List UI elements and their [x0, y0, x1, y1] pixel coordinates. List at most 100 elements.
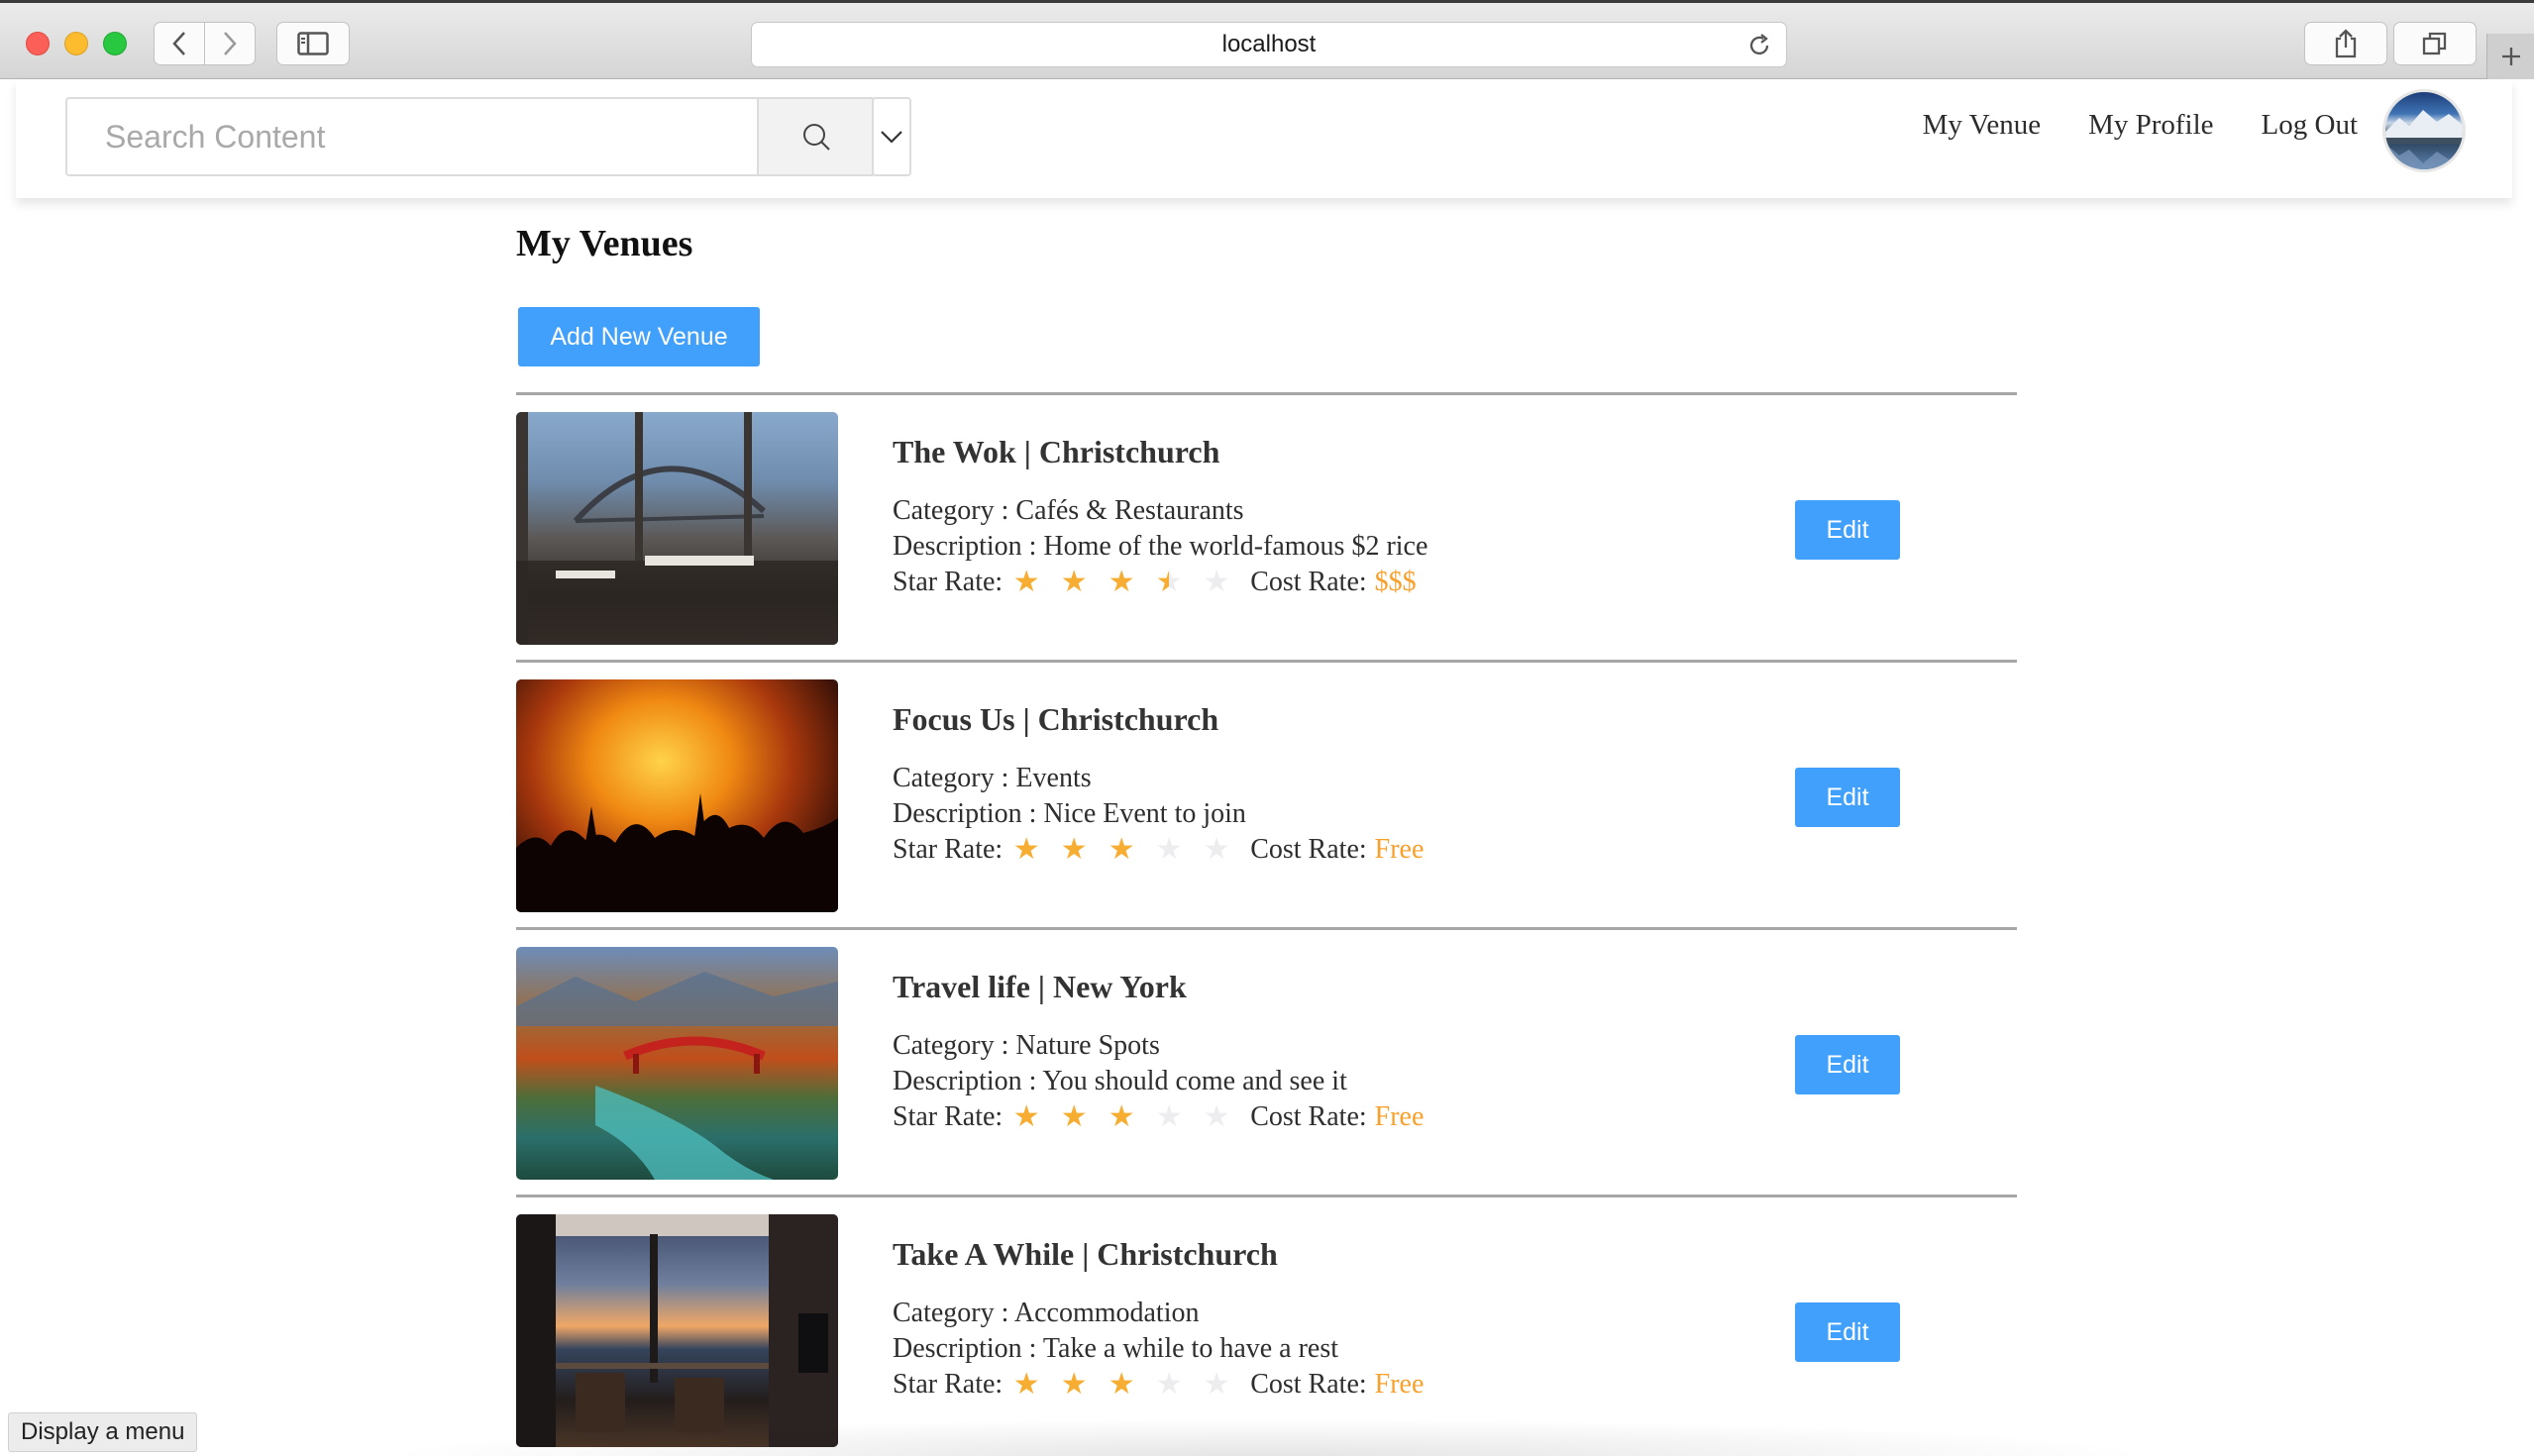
star-rating: ★ ★ ★ ★ ★ — [1003, 832, 1240, 868]
search-button[interactable] — [757, 99, 874, 174]
chevron-right-icon — [224, 32, 237, 55]
venue-image[interactable] — [516, 412, 838, 645]
cost-rate-label: Cost Rate: — [1250, 567, 1367, 597]
add-new-venue-button[interactable]: Add New Venue — [518, 307, 760, 366]
venue-category: Category : Accommodation — [893, 1298, 1200, 1328]
cost-rate-value: $$$ — [1374, 567, 1417, 597]
hotel-room-view-image — [516, 1214, 838, 1447]
venue-description: Description : Nice Event to join — [893, 798, 1246, 829]
star-full-icon: ★ — [1060, 566, 1088, 598]
star-rating: ★ ★ ★ ★ ★ — [1003, 1367, 1240, 1403]
nav-my-venue-link[interactable]: My Venue — [1923, 109, 2041, 142]
star-full-icon: ★ — [1012, 833, 1040, 866]
edit-venue-button[interactable]: Edit — [1795, 768, 1900, 827]
venue-row: Travel life | New York Category : Nature… — [516, 927, 2017, 1195]
address-bar[interactable]: localhost — [751, 22, 1787, 67]
plus-icon — [2501, 48, 2520, 65]
search-icon — [803, 124, 830, 151]
nav-log-out-link[interactable]: Log Out — [2262, 109, 2358, 142]
cost-rate-value: Free — [1374, 1369, 1425, 1400]
venue-ratings: Star Rate: ★ ★ ★ ★ ★ Cost Rate: $$$ — [893, 565, 1427, 600]
chevron-down-icon — [881, 131, 902, 144]
venue-ratings: Star Rate: ★ ★ ★ ★ ★ Cost Rate: Free — [893, 1367, 1424, 1403]
cost-rate-label: Cost Rate: — [1250, 1101, 1367, 1132]
star-rate-label: Star Rate: — [893, 834, 1003, 865]
reload-icon[interactable] — [1746, 33, 1772, 58]
scroll-shadow — [376, 1418, 2160, 1456]
sidebar-toggle-button[interactable] — [276, 22, 350, 65]
star-empty-icon: ★ — [1155, 1368, 1183, 1401]
venue-title[interactable]: Take A While | Christchurch — [893, 1234, 1424, 1274]
venue-image[interactable] — [516, 679, 838, 912]
star-full-icon: ★ — [1012, 1100, 1040, 1133]
cost-rate-value: Free — [1374, 1101, 1425, 1132]
venue-row: Take A While | Christchurch Category : A… — [516, 1195, 2017, 1456]
browser-toolbar: localhost — [0, 0, 2534, 79]
venue-info: Travel life | New York Category : Nature… — [893, 967, 1424, 1135]
venue-image[interactable] — [516, 1214, 838, 1447]
share-icon — [2335, 29, 2357, 58]
tab-overview-button[interactable] — [2393, 22, 2477, 65]
star-empty-icon: ★ — [1203, 1368, 1230, 1401]
mountain-lake-image — [2385, 110, 2463, 169]
star-rating: ★ ★ ★ ★ ★ — [1003, 1099, 1240, 1135]
venue-info: Take A While | Christchurch Category : A… — [893, 1234, 1424, 1403]
avatar[interactable] — [2382, 89, 2466, 172]
star-empty-icon: ★ — [1203, 1100, 1230, 1133]
cost-rate-label: Cost Rate: — [1250, 1369, 1367, 1400]
share-button[interactable] — [2304, 22, 2387, 65]
back-button[interactable] — [154, 22, 205, 65]
star-empty-icon: ★ — [1203, 566, 1230, 598]
window-maximize-button[interactable] — [103, 32, 127, 55]
venue-title[interactable]: Focus Us | Christchurch — [893, 699, 1424, 739]
star-empty-icon: ★ — [1155, 1100, 1183, 1133]
venue-info: Focus Us | Christchurch Category : Event… — [893, 699, 1424, 868]
star-half-icon: ★ — [1145, 565, 1193, 600]
venue-category: Category : Events — [893, 763, 1092, 793]
venue-row: The Wok | Christchurch Category : Cafés … — [516, 392, 2017, 660]
venue-list: The Wok | Christchurch Category : Cafés … — [516, 392, 2017, 1456]
concert-crowd-image — [516, 793, 838, 912]
nav-links: My Venue My Profile Log Out — [1923, 109, 2358, 142]
star-full-icon: ★ — [1108, 1368, 1135, 1401]
sidebar-icon — [297, 32, 329, 55]
star-full-icon: ★ — [1108, 1100, 1135, 1133]
venue-title[interactable]: Travel life | New York — [893, 967, 1424, 1006]
nav-my-profile-link[interactable]: My Profile — [2088, 109, 2213, 142]
venue-description: Description : Take a while to have a res… — [893, 1333, 1339, 1364]
venue-image[interactable] — [516, 947, 838, 1180]
page-title: My Venues — [516, 223, 693, 264]
venue-title[interactable]: The Wok | Christchurch — [893, 432, 1427, 471]
venue-ratings: Star Rate: ★ ★ ★ ★ ★ Cost Rate: Free — [893, 1099, 1424, 1135]
status-tooltip: Display a menu — [8, 1412, 198, 1452]
star-rating: ★ ★ ★ ★ ★ — [1003, 565, 1240, 600]
star-empty-icon: ★ — [1203, 833, 1230, 866]
window-close-button[interactable] — [26, 32, 50, 55]
new-tab-button[interactable] — [2486, 34, 2534, 79]
star-empty-icon: ★ — [1155, 833, 1183, 866]
chevron-left-icon — [172, 32, 185, 55]
star-full-icon: ★ — [1012, 566, 1040, 598]
venue-description: Description : You should come and see it — [893, 1066, 1347, 1096]
edit-venue-button[interactable]: Edit — [1795, 1302, 1900, 1362]
star-full-icon: ★ — [1108, 833, 1135, 866]
search-input[interactable] — [67, 99, 757, 174]
venue-ratings: Star Rate: ★ ★ ★ ★ ★ Cost Rate: Free — [893, 832, 1424, 868]
search-box — [65, 97, 876, 176]
star-full-icon: ★ — [1108, 566, 1135, 598]
window-minimize-button[interactable] — [64, 32, 88, 55]
edit-venue-button[interactable]: Edit — [1795, 500, 1900, 560]
forward-button[interactable] — [204, 22, 256, 65]
tabs-icon — [2422, 32, 2447, 55]
url-text: localhost — [1221, 31, 1317, 57]
edit-venue-button[interactable]: Edit — [1795, 1035, 1900, 1094]
star-rate-label: Star Rate: — [893, 1101, 1003, 1132]
search-dropdown-button[interactable] — [872, 97, 911, 176]
star-full-icon: ★ — [1060, 1368, 1088, 1401]
venue-description: Description : Home of the world-famous $… — [893, 531, 1428, 562]
star-full-icon: ★ — [1060, 833, 1088, 866]
star-full-icon: ★ — [1060, 1100, 1088, 1133]
star-full-icon: ★ — [1012, 1368, 1040, 1401]
star-rate-label: Star Rate: — [893, 567, 1003, 597]
venue-category: Category : Cafés & Restaurants — [893, 495, 1244, 526]
